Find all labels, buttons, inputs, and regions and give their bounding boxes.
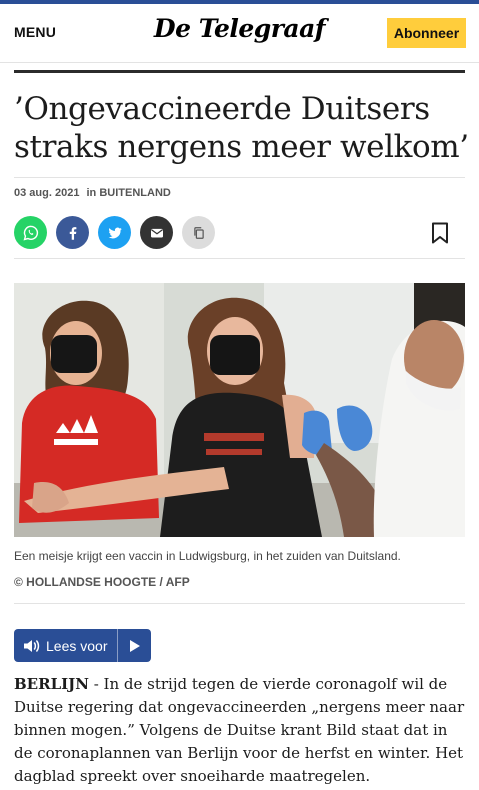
photo-credit: © HOLLANDSE HOOGTE / AFP <box>14 575 190 589</box>
share-bar <box>14 216 465 259</box>
article-photo <box>14 283 465 537</box>
publish-date: 03 aug. 2021 <box>14 187 80 199</box>
twitter-share-button[interactable] <box>98 216 131 249</box>
facebook-share-button[interactable] <box>56 216 89 249</box>
dateline-city: BERLIJN <box>14 675 89 693</box>
subscribe-button[interactable]: Abonneer <box>387 18 466 48</box>
copy-link-button[interactable] <box>182 216 215 249</box>
article-headline: ’Ongevaccineerde Duitsers straks nergens… <box>14 91 469 165</box>
copy-icon <box>193 226 204 239</box>
article-meta: 03 aug. 2021 in BUITENLAND <box>14 177 465 199</box>
read-aloud-label: Lees voor <box>46 637 108 654</box>
whatsapp-share-button[interactable] <box>14 216 47 249</box>
read-aloud-button[interactable]: Lees voor <box>14 629 151 662</box>
read-aloud-label-area[interactable]: Lees voor <box>14 629 118 662</box>
photo-caption: Een meisje krijgt een vaccin in Ludwigsb… <box>14 549 401 563</box>
play-button[interactable] <box>118 639 151 653</box>
twitter-icon <box>108 227 122 238</box>
divider <box>14 603 465 604</box>
site-header: MENU De Telegraaf Abonneer <box>0 4 479 63</box>
speaker-icon <box>24 639 40 652</box>
facebook-icon <box>69 226 76 240</box>
vaccination-photo <box>14 283 465 537</box>
headline-rule <box>14 70 465 73</box>
email-icon <box>150 228 163 237</box>
section-link[interactable]: BUITENLAND <box>99 187 171 199</box>
whatsapp-icon <box>23 225 38 240</box>
article-body: BERLIJN - In de strijd tegen de vierde c… <box>14 673 469 788</box>
email-share-button[interactable] <box>140 216 173 249</box>
play-icon <box>129 639 140 652</box>
bookmark-icon[interactable] <box>431 222 449 244</box>
in-label: in <box>86 187 97 199</box>
